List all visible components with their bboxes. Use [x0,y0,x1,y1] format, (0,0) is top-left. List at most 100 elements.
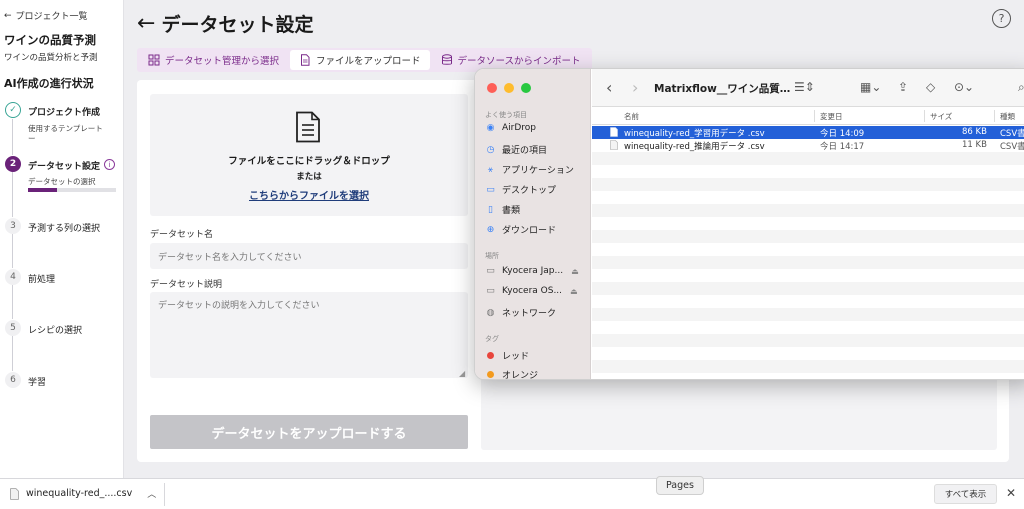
sidebar-item-kyocera-os[interactable]: ▭ Kyocera OS... ⏏ [485,286,578,296]
step-6-number: 6 [5,372,21,388]
sidebar-item-tag-orange[interactable]: オレンジ [485,368,538,379]
sidebar-item-documents[interactable]: ▯ 書類 [485,203,521,217]
finder-window: よく使う項目 ◉ AirDrop ◷ 最近の項目 ⚹ アプリケーション ▭ デスクトップ… [474,68,1024,380]
sidebar-item-label: Kyocera Jap... [502,266,564,276]
zoom-window-button[interactable] [521,83,531,93]
step-connector [12,119,13,155]
column-date-header[interactable]: 変更日 [820,111,843,122]
step-5-label[interactable]: レシピの選択 [28,323,82,336]
sidebar: ← プロジェクト一覧 ワインの品質予測 ワインの品質分析と予測 AI作成の進行状… [0,0,124,478]
step-connector [12,172,13,217]
download-icon: ⊕ [486,224,495,235]
close-icon[interactable]: ✕ [1006,486,1016,500]
downloaded-file-item[interactable]: winequality-red_....csv ︿ [10,487,156,500]
tab-label: データソースからインポート [457,56,581,67]
file-name: winequality-red_推論用データ .csv [624,142,765,152]
sidebar-item-label: 書類 [502,206,521,216]
file-kind: CSV書 [1000,142,1024,152]
share-icon[interactable]: ⇪ [898,80,908,94]
apps-icon: ⚹ [487,164,494,175]
sidebar-item-desktop[interactable]: ▭ デスクトップ [485,183,556,197]
tab-upload-file[interactable]: ファイルをアップロード [290,50,430,70]
back-arrow-icon[interactable]: ← [137,11,155,36]
locations-section-label: 場所 [485,252,499,260]
empty-row [592,243,1024,256]
sidebar-item-applications[interactable]: ⚹ アプリケーション [485,163,574,177]
page-title-text: データセット設定 [161,14,314,36]
file-dropzone[interactable]: ファイルをここにドラッグ＆ドロップ または こちらからファイルを選択 [150,94,468,216]
more-actions-icon[interactable]: ⊙⌄ [954,80,974,94]
tag-icon[interactable]: ◇ [926,80,935,94]
empty-row [592,152,1024,165]
window-controls [487,83,531,93]
dataset-description-label: データセット説明 [150,280,223,290]
close-window-button[interactable] [487,83,497,93]
finder-folder-title: Matrixflow__ワイン品質… [654,83,791,95]
dataset-name-input[interactable]: データセット名を入力してください [150,243,468,269]
csv-file-icon [610,127,618,137]
forward-chevron-icon[interactable]: › [632,78,638,97]
column-separator [814,110,815,122]
column-size-header[interactable]: サイズ [930,111,952,122]
empty-row [592,217,1024,230]
grid-view-icon[interactable]: ▦⌄ [860,80,881,94]
tab-import-datasource[interactable]: データソースからインポート [432,50,590,70]
file-date: 今日 14:09 [820,129,865,139]
step-connector [12,336,13,371]
finder-toolbar: ‹ › Matrixflow__ワイン品質… ☰⇕ ▦⌄ ⇪ ◇ ⊙⌄ ⌕ [592,69,1024,107]
sidebar-item-airdrop[interactable]: ◉ AirDrop [485,123,536,133]
tab-select-from-dataset[interactable]: データセット管理から選択 [139,50,288,70]
file-row-inference[interactable]: winequality-red_推論用データ .csv 今日 14:17 11 … [592,139,1024,152]
dataset-description-input[interactable]: データセットの説明を入力してください [150,292,468,378]
csv-file-icon [610,140,618,150]
file-row-training[interactable]: winequality-red_学習用データ .csv 今日 14:09 86 … [592,126,1024,139]
back-chevron-icon[interactable]: ‹ [606,78,612,97]
resize-handle-icon[interactable]: ◢ [459,369,465,378]
column-kind-header[interactable]: 種類 [1000,111,1015,122]
column-name-header[interactable]: 名前 [624,111,639,122]
dataset-name-label: データセット名 [150,230,214,240]
sidebar-item-network[interactable]: ◍ ネットワーク [485,306,556,320]
empty-row [592,321,1024,334]
step-3-number: 3 [5,218,21,234]
show-all-downloads-button[interactable]: すべて表示 [934,484,997,504]
empty-row [592,269,1024,282]
file-kind: CSV書 [1000,129,1024,139]
step-4-label[interactable]: 前処理 [28,272,55,285]
sidebar-item-tag-red[interactable]: レッド [485,349,529,362]
step-6-label[interactable]: 学習 [28,375,46,388]
step-3-label[interactable]: 予測する列の選択 [28,221,100,234]
sidebar-item-label: レッド [502,352,530,362]
empty-row [592,347,1024,360]
search-icon[interactable]: ⌕ [1018,80,1024,95]
help-icon[interactable]: ? [992,9,1011,28]
tab-label: データセット管理から選択 [165,56,280,67]
airdrop-icon: ◉ [486,123,495,133]
step-4-number: 4 [5,269,21,285]
back-to-projects-link[interactable]: ← プロジェクト一覧 [4,9,88,23]
step-2-number: 2 [5,156,21,172]
favorites-section-label: よく使う項目 [485,111,527,119]
dropzone-text: ファイルをここにドラッグ＆ドロップ [228,156,390,167]
chevron-up-icon[interactable]: ︿ [147,487,156,500]
upload-dataset-button[interactable]: データセットをアップロードする [150,415,468,449]
step-2-progress-bar [28,188,116,192]
list-view-icon[interactable]: ☰⇕ [794,80,815,94]
eject-icon[interactable]: ⏏ [571,267,579,276]
dropzone-or: または [296,172,322,182]
step-1-label[interactable]: プロジェクト作成 [28,105,100,118]
info-icon[interactable]: i [104,159,115,170]
file-list: winequality-red_学習用データ .csv 今日 14:09 86 … [592,126,1024,373]
project-title: ワインの品質予測 [4,33,96,47]
document-icon: ▯ [488,204,493,215]
eject-icon[interactable]: ⏏ [570,287,578,296]
step-2-label[interactable]: データセット設定 [28,159,100,172]
download-bar: winequality-red_....csv ︿ すべて表示 ✕ [0,478,1024,509]
minimize-window-button[interactable] [504,83,514,93]
sidebar-item-recents[interactable]: ◷ 最近の項目 [485,143,547,157]
sidebar-item-kyocera-jap[interactable]: ▭ Kyocera Jap... ⏏ [485,266,579,276]
file-name: winequality-red_学習用データ .csv [624,129,765,139]
select-file-link[interactable]: こちらからファイルを選択 [150,187,468,202]
document-icon [296,111,320,143]
sidebar-item-downloads[interactable]: ⊕ ダウンロード [485,223,556,237]
